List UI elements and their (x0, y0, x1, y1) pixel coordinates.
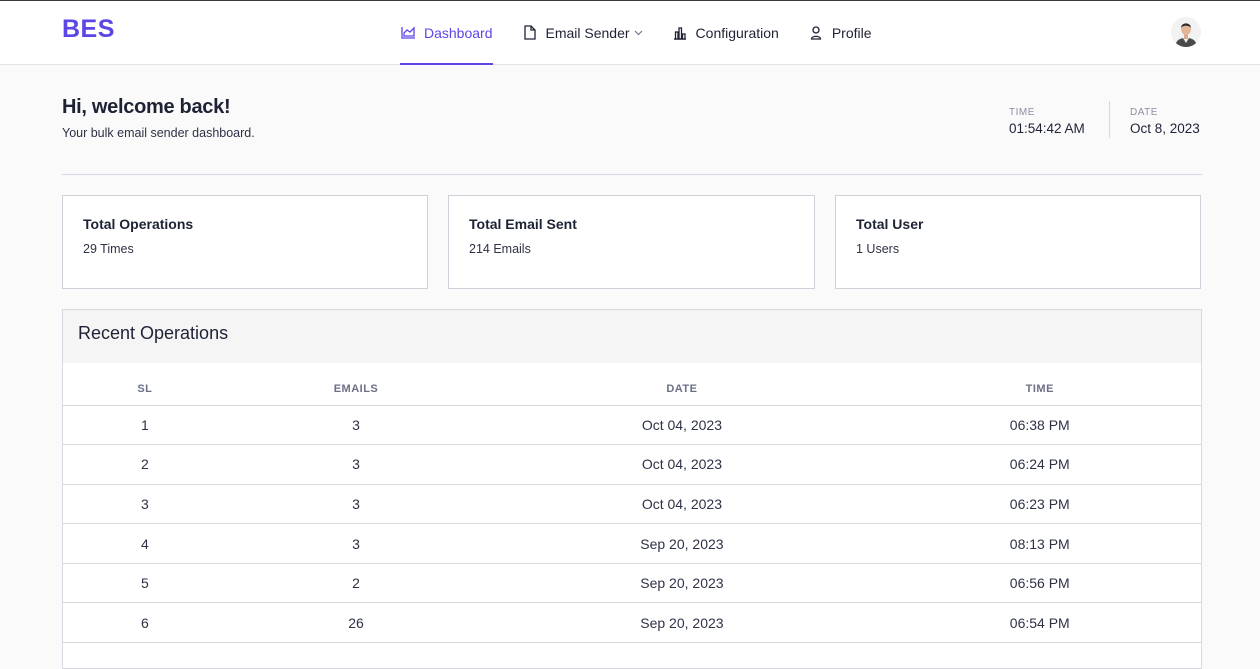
stat-card-emails: Total Email Sent 214 Emails (448, 195, 815, 289)
nav-profile-label: Profile (831, 24, 872, 41)
date-value: Oct 8, 2023 (1130, 121, 1200, 136)
recent-operations-panel: Recent Operations SL EMAILS DATE TIME 1 … (62, 309, 1202, 669)
cell-time: 06:23 PM (878, 484, 1201, 525)
cell-time: 06:24 PM (878, 444, 1201, 485)
cell-sl: 2 (63, 444, 227, 485)
bar-chart-icon (672, 25, 688, 41)
cell-sl: 4 (63, 523, 227, 564)
nav-email-sender-label: Email Sender (545, 24, 630, 41)
table-row: 1 3 Oct 04, 2023 06:38 PM (63, 405, 1201, 446)
cell-date: Sep 20, 2023 (485, 602, 879, 644)
recent-operations-title: Recent Operations (63, 310, 1201, 363)
user-icon (808, 25, 824, 41)
date-display: DATE Oct 8, 2023 (1130, 107, 1200, 136)
cell-sl: 5 (63, 563, 227, 604)
time-value: 01:54:42 AM (1009, 121, 1085, 136)
nav-dashboard-label: Dashboard (424, 24, 493, 41)
cell-emails: 2 (226, 563, 486, 604)
time-label: TIME (1009, 107, 1035, 118)
operations-table: SL EMAILS DATE TIME 1 3 Oct 04, 2023 06:… (63, 363, 1201, 644)
nav-configuration-label: Configuration (695, 24, 779, 41)
column-header-emails: EMAILS (226, 363, 486, 406)
time-display: TIME 01:54:42 AM (1009, 107, 1085, 136)
cell-sl: 6 (63, 602, 227, 644)
table-row: 4 3 Sep 20, 2023 08:13 PM (63, 523, 1201, 564)
column-header-sl: SL (63, 363, 227, 406)
cell-date: Sep 20, 2023 (485, 563, 879, 604)
table-row: 6 26 Sep 20, 2023 06:54 PM (63, 602, 1201, 644)
welcome-section: Hi, welcome back! Your bulk email sender… (62, 96, 255, 140)
cell-time: 06:38 PM (878, 405, 1201, 446)
cell-emails: 3 (226, 523, 486, 564)
document-icon (522, 25, 538, 41)
brand-logo[interactable]: BES (62, 15, 115, 44)
table-header-row: SL EMAILS DATE TIME (63, 363, 1201, 406)
cell-emails: 26 (226, 602, 486, 644)
stat-value: 29 Times (83, 242, 134, 256)
cell-date: Oct 04, 2023 (485, 405, 879, 446)
cell-date: Sep 20, 2023 (485, 523, 879, 564)
date-label: DATE (1130, 107, 1158, 118)
chevron-down-icon (634, 30, 643, 36)
cell-time: 06:56 PM (878, 563, 1201, 604)
stat-value: 214 Emails (469, 242, 531, 256)
table-row: 5 2 Sep 20, 2023 06:56 PM (63, 563, 1201, 604)
column-header-date: DATE (485, 363, 879, 406)
cell-sl: 3 (63, 484, 227, 525)
user-avatar[interactable] (1171, 17, 1201, 47)
cell-emails: 3 (226, 484, 486, 525)
cell-time: 06:54 PM (878, 602, 1201, 644)
cell-time: 08:13 PM (878, 523, 1201, 564)
cell-emails: 3 (226, 444, 486, 485)
nav-email-sender[interactable]: Email Sender (522, 1, 643, 64)
cell-date: Oct 04, 2023 (485, 484, 879, 525)
stat-title: Total Operations (83, 216, 194, 232)
main-nav: Dashboard Email Sender Configuration Pro… (400, 1, 901, 65)
stat-title: Total User (856, 216, 924, 232)
section-divider (62, 174, 1202, 175)
stat-card-users: Total User 1 Users (835, 195, 1201, 289)
table-row: 3 3 Oct 04, 2023 06:23 PM (63, 484, 1201, 525)
nav-profile[interactable]: Profile (808, 1, 872, 64)
stat-value: 1 Users (856, 242, 900, 256)
table-row: 2 3 Oct 04, 2023 06:24 PM (63, 444, 1201, 485)
stat-card-operations: Total Operations 29 Times (62, 195, 428, 289)
cell-emails: 3 (226, 405, 486, 446)
nav-dashboard[interactable]: Dashboard (400, 1, 493, 65)
cell-sl: 1 (63, 405, 227, 446)
welcome-subtitle: Your bulk email sender dashboard. (62, 126, 255, 140)
stat-title: Total Email Sent (469, 216, 577, 232)
chart-area-icon (400, 25, 416, 41)
column-header-time: TIME (878, 363, 1201, 406)
cell-date: Oct 04, 2023 (485, 444, 879, 485)
welcome-title: Hi, welcome back! (62, 96, 231, 118)
nav-configuration[interactable]: Configuration (672, 1, 779, 64)
clock-divider (1109, 101, 1110, 138)
top-navbar: BES Dashboard Email Sender Configuration… (0, 1, 1260, 65)
